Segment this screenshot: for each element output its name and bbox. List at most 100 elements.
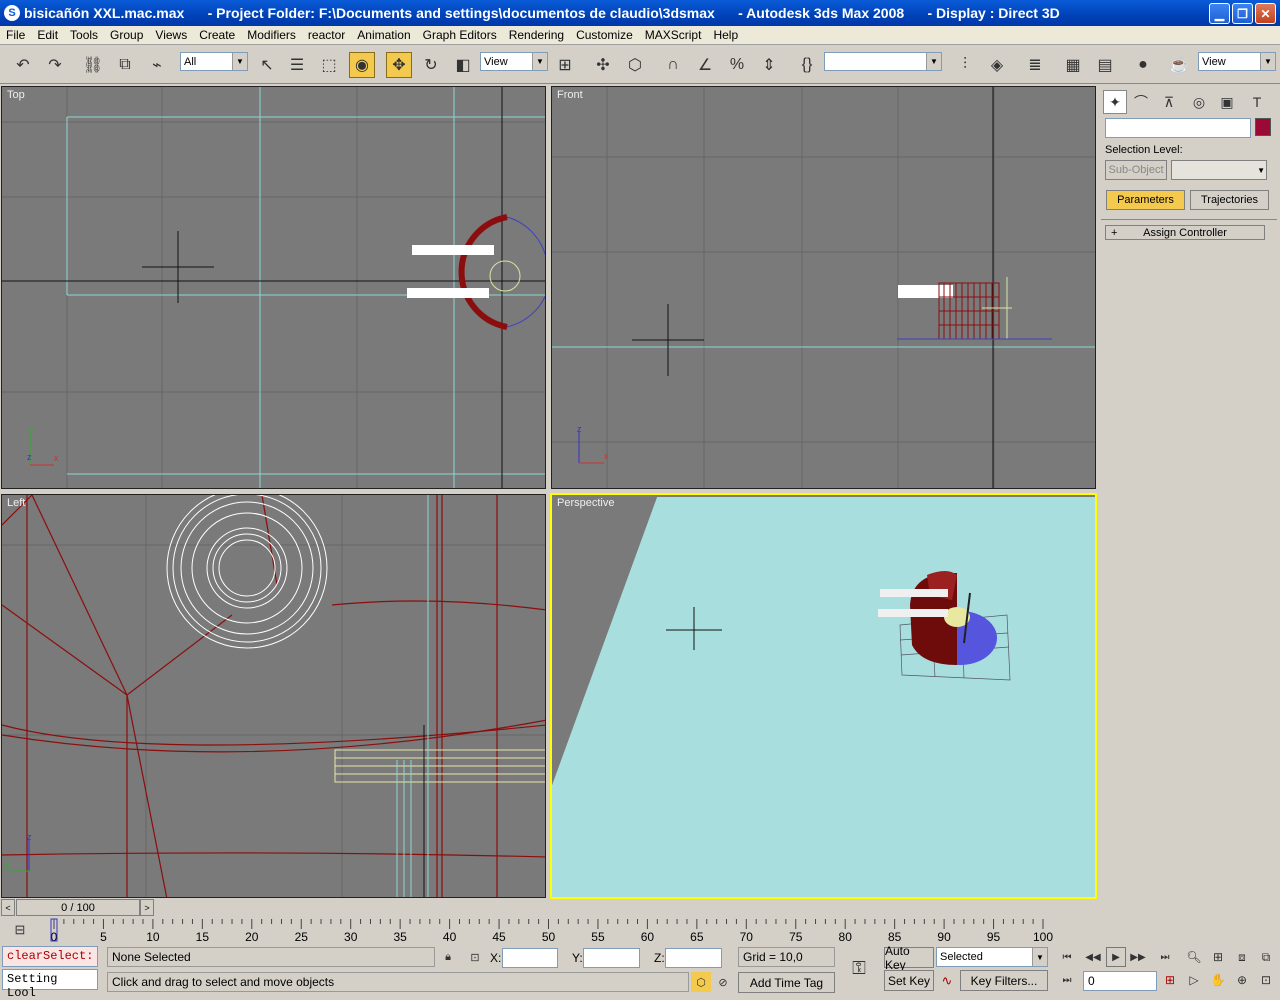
select-object-icon[interactable]: ↖: [254, 52, 280, 78]
snaps-toggle-icon[interactable]: ∩: [660, 52, 686, 78]
minimize-button[interactable]: ▁: [1209, 3, 1230, 24]
close-button[interactable]: ✕: [1255, 3, 1276, 24]
field-of-view-icon[interactable]: ▷: [1184, 970, 1204, 990]
play-icon[interactable]: ▶: [1106, 947, 1126, 967]
spinner-snap-icon[interactable]: ⇕: [756, 52, 782, 78]
set-keys-key-icon[interactable]: ⚿: [843, 955, 875, 981]
x-field[interactable]: [502, 948, 558, 968]
window-crossing-icon[interactable]: ◉: [349, 52, 375, 78]
menu-animation[interactable]: Animation: [351, 28, 416, 42]
bind-space-warp-icon[interactable]: ⌁: [144, 52, 170, 78]
menu-create[interactable]: Create: [193, 28, 241, 42]
key-mode-dropdown[interactable]: Selected ▼: [936, 947, 1048, 967]
go-to-start-icon[interactable]: ⏮: [1057, 947, 1077, 967]
pivot-center-icon[interactable]: ⊞: [552, 52, 578, 78]
tab-trajectories[interactable]: Trajectories: [1190, 190, 1269, 210]
assign-controller-rollout[interactable]: + Assign Controller: [1105, 225, 1265, 240]
keyboard-shortcut-override-icon[interactable]: ⬡: [622, 52, 648, 78]
previous-frame-icon[interactable]: ◀◀: [1083, 947, 1103, 967]
reference-coordinate-dropdown[interactable]: View ▼: [480, 52, 548, 71]
layer-manager-icon[interactable]: ≣: [1022, 52, 1048, 78]
menu-rendering[interactable]: Rendering: [503, 28, 570, 42]
time-configuration-icon[interactable]: ⊞: [1160, 970, 1180, 990]
maximize-viewport-icon[interactable]: ⊡: [1256, 970, 1276, 990]
menu-views[interactable]: Views: [149, 28, 193, 42]
key-mode-toggle-icon[interactable]: ⏭: [1057, 970, 1077, 990]
zoom-all-icon[interactable]: ⊞: [1208, 947, 1228, 967]
selection-lock-toggle-icon[interactable]: ⬡: [691, 972, 711, 992]
lock-selection-icon[interactable]: 🔒︎: [440, 947, 456, 967]
tab-parameters[interactable]: Parameters: [1106, 190, 1185, 210]
degradation-override-icon[interactable]: ⊘: [713, 972, 733, 992]
curve-editor-icon[interactable]: ▦: [1060, 52, 1086, 78]
go-to-end-icon[interactable]: ⏭: [1155, 947, 1175, 967]
absolute-mode-icon[interactable]: ⊡: [466, 947, 484, 967]
zoom-extents-icon[interactable]: ⧈: [1232, 947, 1252, 967]
select-and-move-icon[interactable]: ✥: [386, 52, 412, 78]
display-tab-icon[interactable]: ▣: [1215, 90, 1239, 114]
selection-filter-dropdown[interactable]: All ▼: [180, 52, 248, 71]
zoom-icon[interactable]: 🔍︎: [1184, 947, 1204, 967]
menu-tools[interactable]: Tools: [64, 28, 104, 42]
arc-rotate-icon[interactable]: ⊕: [1232, 970, 1252, 990]
menu-graph-editors[interactable]: Graph Editors: [417, 28, 503, 42]
hierarchy-tab-icon[interactable]: ⊼: [1157, 90, 1181, 114]
auto-key-button[interactable]: Auto Key: [884, 944, 934, 972]
menu-customize[interactable]: Customize: [570, 28, 639, 42]
y-field[interactable]: [583, 948, 640, 968]
sub-object-button[interactable]: Sub-Object: [1105, 160, 1167, 180]
menu-group[interactable]: Group: [104, 28, 149, 42]
align-icon[interactable]: ◈: [984, 52, 1010, 78]
maxscript-listener-line1[interactable]: clearSelect:: [2, 946, 98, 967]
select-and-rotate-icon[interactable]: ↻: [418, 52, 444, 78]
time-next-icon[interactable]: >: [140, 899, 154, 916]
undo-icon[interactable]: ↶: [10, 52, 36, 78]
maxscript-listener-line2[interactable]: Setting Lool: [2, 969, 98, 1000]
render-view-dropdown[interactable]: View ▼: [1198, 52, 1276, 71]
named-selection-dropdown[interactable]: ▼: [824, 52, 942, 71]
viewport-perspective[interactable]: Perspective: [550, 493, 1097, 899]
utilities-tab-icon[interactable]: T: [1245, 90, 1269, 114]
menu-help[interactable]: Help: [707, 28, 744, 42]
key-filters-button[interactable]: Key Filters...: [960, 970, 1048, 991]
menu-file[interactable]: File: [0, 28, 31, 42]
viewport-front[interactable]: Front zx: [551, 86, 1096, 489]
time-prev-icon[interactable]: <: [1, 899, 15, 916]
set-key-button[interactable]: Set Key: [884, 970, 934, 991]
menu-maxscript[interactable]: MAXScript: [639, 28, 708, 42]
menu-modifiers[interactable]: Modifiers: [241, 28, 302, 42]
time-slider[interactable]: < 0 / 100 >: [0, 899, 1100, 917]
manipulate-icon[interactable]: ✣: [590, 52, 616, 78]
pan-view-icon[interactable]: ✋: [1208, 970, 1228, 990]
material-editor-icon[interactable]: ●: [1130, 52, 1156, 78]
percent-snap-icon[interactable]: %: [724, 52, 750, 78]
zoom-extents-all-icon[interactable]: ⧉: [1256, 947, 1276, 967]
add-time-tag-button[interactable]: Add Time Tag: [738, 972, 835, 993]
object-name-field[interactable]: [1105, 118, 1251, 138]
default-in-out-tangents-icon[interactable]: ∿: [936, 970, 958, 991]
edit-named-selection-icon[interactable]: {}: [794, 52, 820, 78]
angle-snap-icon[interactable]: ∠: [692, 52, 718, 78]
menu-reactor[interactable]: reactor: [302, 28, 351, 42]
redo-icon[interactable]: ↷: [42, 52, 68, 78]
z-field[interactable]: [665, 948, 722, 968]
maximize-button[interactable]: ❐: [1232, 3, 1253, 24]
viewport-left[interactable]: Left zy: [1, 494, 546, 898]
create-tab-icon[interactable]: ✦: [1103, 90, 1127, 114]
sub-object-dropdown[interactable]: ▼: [1171, 160, 1267, 180]
schematic-view-icon[interactable]: ▤: [1092, 52, 1118, 78]
viewport-top[interactable]: Top y x z: [1, 86, 546, 489]
current-frame-field[interactable]: 0: [1083, 971, 1157, 991]
select-and-link-icon[interactable]: ⛓: [80, 52, 106, 78]
open-mini-curve-editor-icon[interactable]: ⊟: [8, 919, 32, 941]
rectangular-selection-icon[interactable]: ⬚: [316, 52, 342, 78]
unlink-icon[interactable]: ⧉: [112, 52, 138, 78]
render-scene-icon[interactable]: ☕: [1166, 52, 1192, 78]
menu-edit[interactable]: Edit: [31, 28, 64, 42]
select-by-name-icon[interactable]: ☰: [284, 52, 310, 78]
time-slider-thumb[interactable]: 0 / 100: [16, 899, 140, 916]
mirror-icon[interactable]: ⫶: [952, 52, 978, 78]
motion-tab-icon[interactable]: ◎: [1187, 90, 1211, 114]
next-frame-icon[interactable]: ▶▶: [1128, 947, 1148, 967]
track-bar[interactable]: ⊟ 0 5 10 15 20 25 30 35 40 45 50 55 60 65 70 75 80 85 90 95…: [0, 917, 1280, 945]
